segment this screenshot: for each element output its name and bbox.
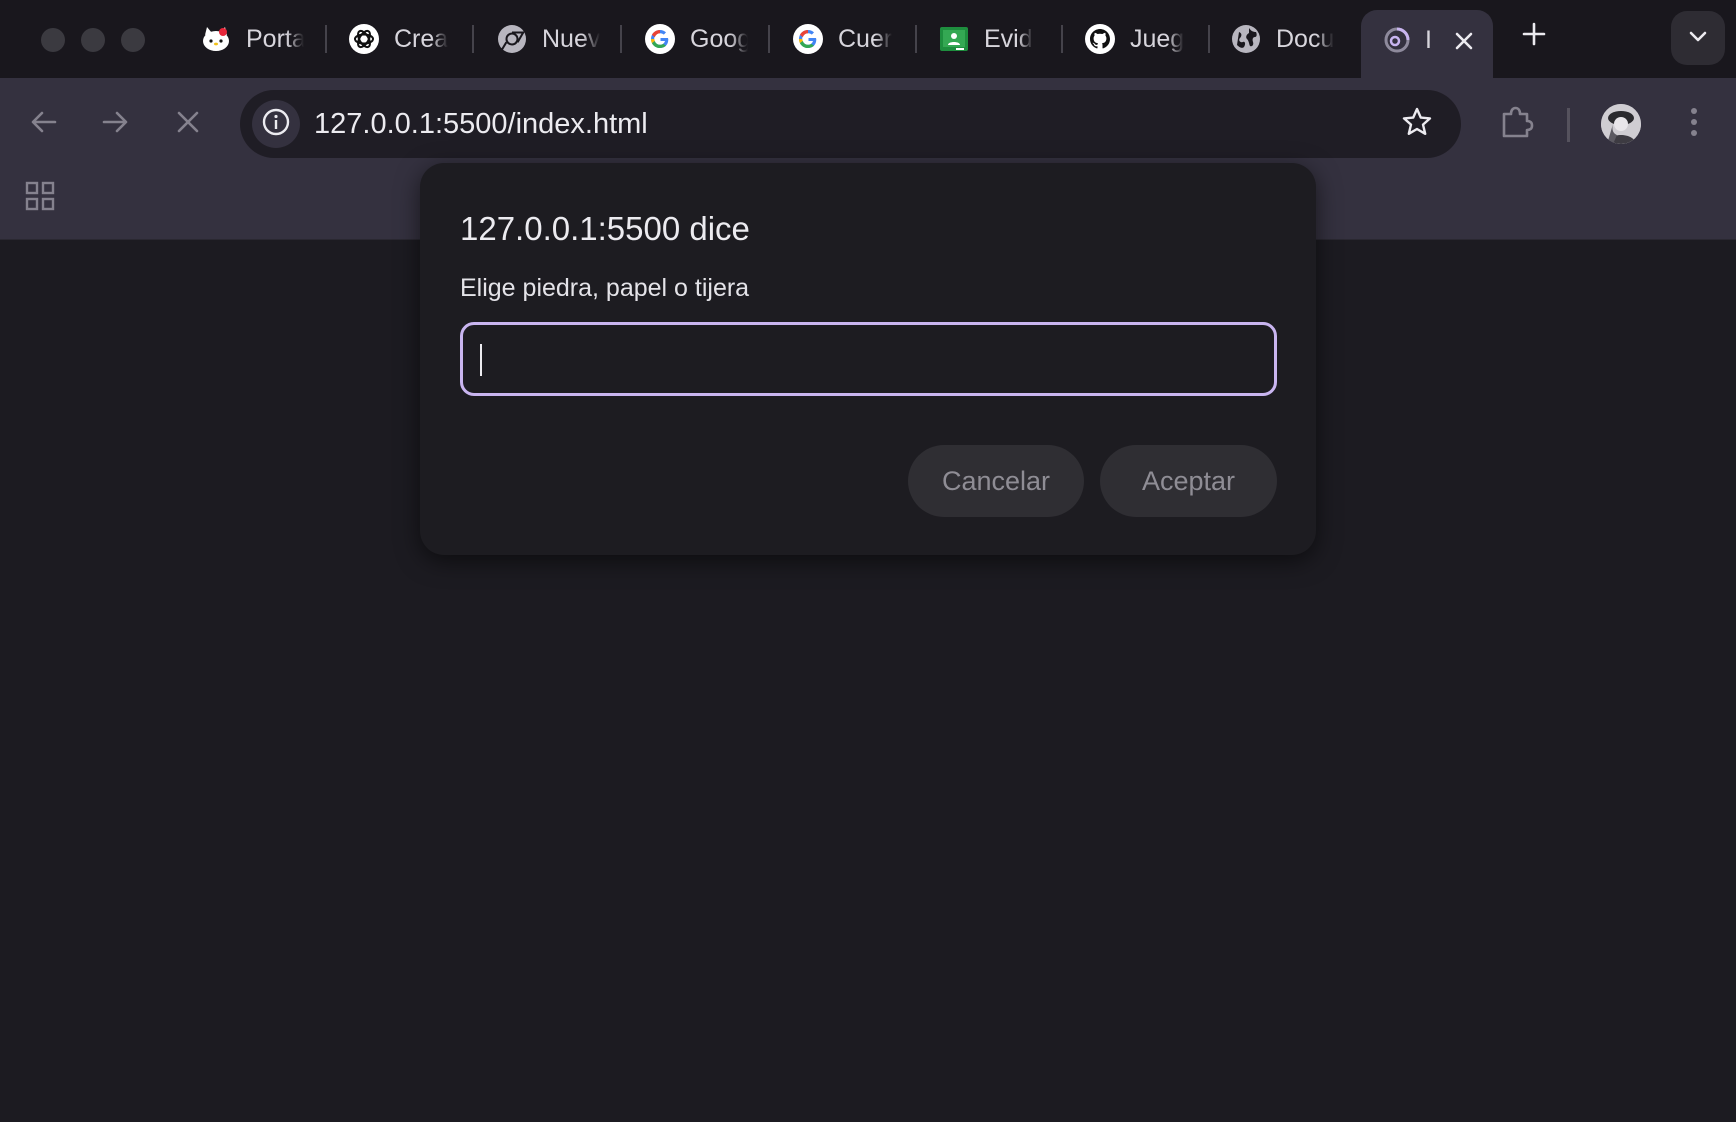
apps-grid-icon (24, 180, 56, 217)
globe-icon (1230, 23, 1262, 55)
tab-separator (472, 25, 474, 53)
apps-button[interactable] (18, 176, 62, 220)
tab-search-button[interactable] (1671, 11, 1725, 65)
tab-label: Porta (246, 24, 304, 53)
tab-cuenta[interactable]: Cuer (792, 14, 896, 64)
dialog-title: 127.0.0.1:5500 dice (460, 210, 750, 247)
tab-active[interactable]: I (1361, 10, 1493, 78)
tab-separator (1061, 25, 1063, 53)
tab-separator (915, 25, 917, 53)
tab-nueva[interactable]: Nuev (496, 14, 600, 64)
prompt-dialog: 127.0.0.1:5500 dice Elige piedra, papel … (420, 163, 1316, 555)
tab-documento[interactable]: Docu (1230, 14, 1334, 64)
cancel-button[interactable]: Cancelar (908, 445, 1084, 517)
close-tab-icon[interactable] (1449, 26, 1479, 56)
tab-juego[interactable]: Jueg (1084, 14, 1188, 64)
classroom-icon (938, 23, 970, 55)
tab-label: Evid (984, 24, 1033, 53)
chrome-icon (496, 23, 528, 55)
tab-label: Jueg (1130, 24, 1185, 53)
minimize-window-button[interactable] (81, 28, 105, 52)
dialog-message: Elige piedra, papel o tijera (460, 274, 750, 302)
stop-loading-button[interactable] (166, 102, 210, 146)
more-vert-icon (1689, 106, 1699, 143)
close-window-button[interactable] (41, 28, 65, 52)
back-button[interactable] (22, 102, 66, 146)
star-icon (1401, 106, 1433, 143)
tab-evidencias[interactable]: Evid (938, 14, 1042, 64)
arrow-right-icon (100, 107, 130, 142)
openai-icon (348, 23, 380, 55)
tab-google[interactable]: Goog (644, 14, 748, 64)
loading-spinner-icon (1381, 24, 1413, 56)
google-icon (792, 23, 824, 55)
address-bar[interactable]: 127.0.0.1:5500/index.html (240, 90, 1461, 158)
tab-label: Nuev (542, 24, 600, 53)
avatar[interactable] (1601, 104, 1641, 144)
tab-strip: Porta Crea Nuev Goog Cuer Evid Jueg Docu… (0, 0, 1736, 78)
menu-button[interactable] (1672, 102, 1716, 146)
tab-label: Crea (394, 24, 449, 53)
tab-separator (620, 25, 622, 53)
google-icon (644, 23, 676, 55)
address-url: 127.0.0.1:5500/index.html (314, 108, 648, 140)
toolbar-divider (1567, 108, 1570, 142)
tab-label: I (1425, 26, 1432, 54)
hello-kitty-icon (200, 23, 232, 55)
new-tab-button[interactable] (1516, 18, 1552, 54)
chevron-down-icon (1687, 25, 1709, 52)
info-icon (261, 107, 291, 142)
tab-separator (768, 25, 770, 53)
accept-button[interactable]: Aceptar (1100, 445, 1277, 517)
tab-separator (325, 25, 327, 53)
bookmark-button[interactable] (1399, 106, 1435, 142)
arrow-left-icon (29, 107, 59, 142)
prompt-input[interactable] (460, 322, 1277, 396)
github-icon (1084, 23, 1116, 55)
tab-portal[interactable]: Porta (200, 14, 304, 64)
puzzle-icon (1498, 104, 1534, 145)
text-caret (480, 344, 482, 376)
tab-separator (1208, 25, 1210, 53)
tab-label: Goog (690, 24, 748, 53)
tab-crea[interactable]: Crea (348, 14, 452, 64)
extensions-button[interactable] (1494, 102, 1538, 146)
close-icon (176, 110, 200, 139)
tab-label: Docu (1276, 24, 1334, 53)
site-info-button[interactable] (252, 100, 300, 148)
forward-button[interactable] (93, 102, 137, 146)
browser-window: Porta Crea Nuev Goog Cuer Evid Jueg Docu… (0, 0, 1736, 1122)
maximize-window-button[interactable] (121, 28, 145, 52)
tab-label: Cuer (838, 24, 893, 53)
plus-icon (1522, 22, 1546, 51)
